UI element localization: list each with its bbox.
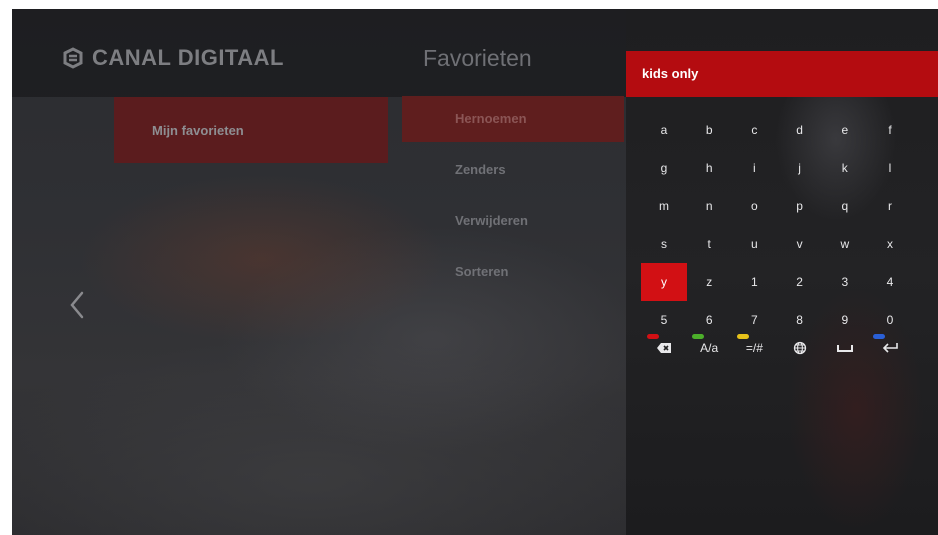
- menu-item-label: Verwijderen: [455, 213, 528, 228]
- canal-digitaal-logo-icon: [63, 47, 83, 69]
- key-e[interactable]: e: [822, 111, 868, 149]
- backspace-icon: [656, 342, 672, 354]
- keyboard-panel: kids only abcdef ghijkl mnopqr stuvwx yz1234…: [626, 9, 938, 535]
- key-a[interactable]: a: [641, 111, 687, 149]
- key-t[interactable]: t: [686, 225, 732, 263]
- enter-key[interactable]: [867, 331, 913, 361]
- key-z[interactable]: z: [686, 263, 732, 301]
- favorites-list-item[interactable]: Mijn favorieten: [114, 97, 388, 163]
- key-i[interactable]: i: [731, 149, 777, 187]
- key-q[interactable]: q: [822, 187, 868, 225]
- globe-icon: [793, 341, 807, 355]
- menu-item-zenders[interactable]: Zenders: [402, 147, 624, 193]
- enter-icon: [881, 342, 899, 354]
- key-w[interactable]: w: [822, 225, 868, 263]
- space-key[interactable]: [822, 331, 868, 361]
- space-icon: [836, 343, 854, 353]
- key-v[interactable]: v: [777, 225, 823, 263]
- brand-logo: CANAL DIGITAAL: [62, 45, 284, 71]
- menu-item-label: Zenders: [455, 162, 506, 177]
- case-toggle-key[interactable]: A/a: [686, 331, 732, 361]
- key-r[interactable]: r: [867, 187, 913, 225]
- menu-item-label: Sorteren: [455, 264, 509, 279]
- key-b[interactable]: b: [686, 111, 732, 149]
- key-h[interactable]: h: [686, 149, 732, 187]
- globe-key[interactable]: [777, 331, 823, 361]
- key-y[interactable]: y: [641, 263, 687, 301]
- key-c[interactable]: c: [731, 111, 777, 149]
- key-m[interactable]: m: [641, 187, 687, 225]
- color-button-indicator: [737, 334, 750, 339]
- symbols-toggle-key[interactable]: =/#: [731, 331, 777, 361]
- key-o[interactable]: o: [731, 187, 777, 225]
- brand-name: CANAL DIGITAAL: [92, 45, 284, 70]
- menu-item-sorteren[interactable]: Sorteren: [402, 249, 624, 295]
- key-g[interactable]: g: [641, 149, 687, 187]
- favorites-list-label: Mijn favorieten: [152, 123, 244, 138]
- color-button-indicator: [873, 334, 885, 339]
- key-label: A/a: [700, 341, 719, 355]
- key-2[interactable]: 2: [777, 263, 823, 301]
- menu-item-hernoemen[interactable]: Hernoemen: [402, 96, 624, 142]
- key-x[interactable]: x: [867, 225, 913, 263]
- menu-item-verwijderen[interactable]: Verwijderen: [402, 198, 624, 244]
- menu-item-label: Hernoemen: [455, 111, 527, 126]
- key-n[interactable]: n: [686, 187, 732, 225]
- key-d[interactable]: d: [777, 111, 823, 149]
- tv-screen: CANAL DIGITAAL Favorieten Mijn favoriete…: [12, 9, 938, 535]
- backspace-key[interactable]: [641, 331, 687, 361]
- key-label: =/#: [745, 341, 763, 355]
- key-1[interactable]: 1: [731, 263, 777, 301]
- input-value: kids only: [642, 66, 699, 81]
- text-input[interactable]: kids only: [626, 51, 938, 97]
- back-arrow-icon[interactable]: [64, 285, 90, 325]
- key-l[interactable]: l: [867, 149, 913, 187]
- key-u[interactable]: u: [731, 225, 777, 263]
- color-button-indicator: [692, 334, 705, 339]
- key-4[interactable]: 4: [867, 263, 913, 301]
- key-p[interactable]: p: [777, 187, 823, 225]
- key-s[interactable]: s: [641, 225, 687, 263]
- key-k[interactable]: k: [822, 149, 868, 187]
- key-j[interactable]: j: [777, 149, 823, 187]
- page-title: Favorieten: [423, 45, 532, 71]
- color-button-indicator: [647, 334, 659, 339]
- key-3[interactable]: 3: [822, 263, 868, 301]
- key-f[interactable]: f: [867, 111, 913, 149]
